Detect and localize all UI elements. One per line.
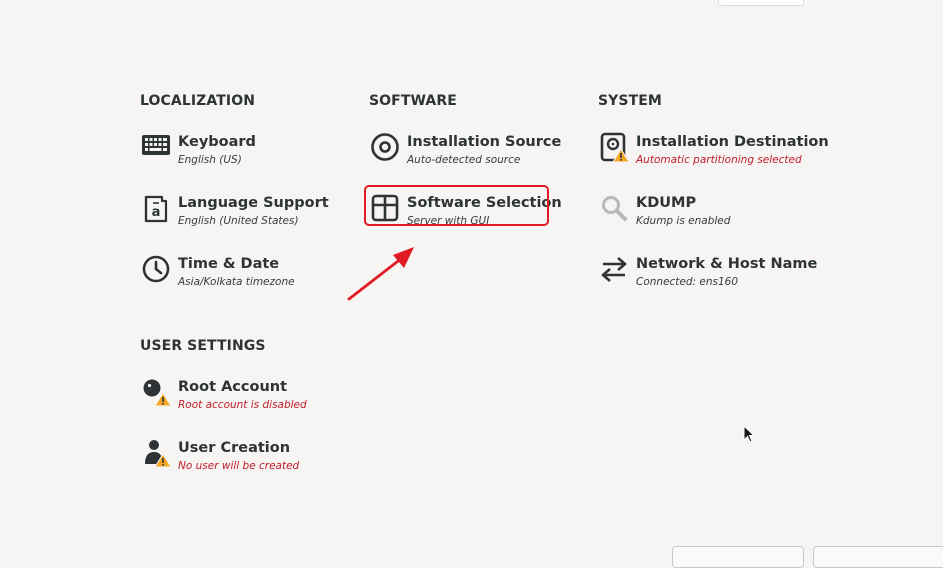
bottom-partial-button-right[interactable]: [813, 546, 943, 568]
mouse-cursor-icon: [743, 425, 756, 443]
spoke-time-date[interactable]: Time & Date Asia/Kolkata timezone: [140, 254, 360, 298]
top-partial-button[interactable]: [718, 0, 804, 6]
spoke-title: Installation Destination: [636, 134, 829, 150]
keyboard-icon: [140, 132, 172, 164]
spoke-status: Automatic partitioning selected: [636, 154, 802, 166]
spoke-keyboard[interactable]: Keyboard English (US): [140, 132, 360, 176]
spoke-user-creation[interactable]: User Creation No user will be created: [140, 438, 360, 482]
spoke-title: KDUMP: [636, 195, 697, 211]
spoke-status: No user will be created: [178, 460, 300, 472]
spoke-title: Keyboard: [178, 134, 256, 150]
spoke-root-account[interactable]: Root Account Root account is disabled: [140, 377, 360, 421]
spoke-status: Asia/Kolkata timezone: [178, 276, 295, 288]
section-user-settings: USER SETTINGS: [140, 338, 266, 354]
spoke-installation-destination[interactable]: Installation Destination Automatic parti…: [598, 132, 829, 176]
spoke-kdump[interactable]: KDUMP Kdump is enabled: [598, 193, 818, 237]
network-arrows-icon: [598, 254, 630, 286]
spoke-status: English (US): [178, 154, 242, 166]
spoke-status: Auto-detected source: [407, 154, 521, 166]
svg-text:a: a: [152, 205, 161, 220]
spoke-status: Root account is disabled: [178, 399, 307, 411]
harddisk-warning-icon: [598, 132, 630, 164]
spoke-network-host-name[interactable]: Network & Host Name Connected: ens160: [598, 254, 818, 298]
bottom-partial-button-left[interactable]: [672, 546, 804, 568]
spoke-title: Network & Host Name: [636, 256, 818, 272]
disc-icon: [369, 132, 401, 164]
spoke-title: User Creation: [178, 440, 291, 456]
spoke-installation-source[interactable]: Installation Source Auto-detected source: [369, 132, 589, 176]
spoke-status: Kdump is enabled: [636, 215, 731, 227]
magnifier-icon: [598, 193, 630, 225]
spoke-status: Connected: ens160: [636, 276, 739, 288]
spoke-status: English (United States): [178, 215, 299, 227]
section-software: SOFTWARE: [369, 93, 457, 109]
section-system: SYSTEM: [598, 93, 662, 109]
section-localization: LOCALIZATION: [140, 93, 256, 109]
language-icon: a: [140, 193, 172, 225]
spoke-language-support[interactable]: a Language Support English (United State…: [140, 193, 360, 237]
spoke-title: Language Support: [178, 195, 329, 211]
root-warning-icon: [140, 377, 172, 409]
clock-icon: [140, 254, 172, 286]
spoke-title: Installation Source: [407, 134, 562, 150]
software-selection-highlight: [364, 185, 549, 226]
spoke-title: Time & Date: [178, 256, 280, 272]
annotation-arrow-icon: [347, 247, 414, 301]
spoke-title: Root Account: [178, 379, 288, 395]
user-warning-icon: [140, 438, 172, 470]
